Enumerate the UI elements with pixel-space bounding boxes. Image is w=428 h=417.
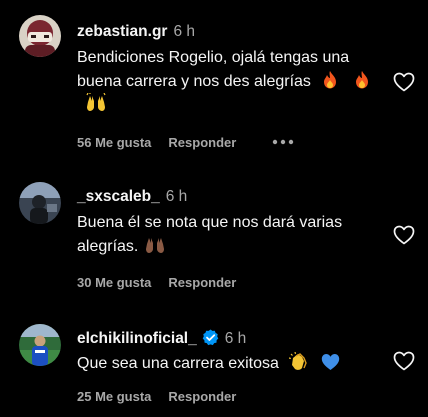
verified-badge-icon bbox=[202, 329, 219, 351]
username[interactable]: _sxscaleb_ bbox=[77, 188, 160, 205]
avatar[interactable] bbox=[19, 15, 61, 57]
fire-emoji bbox=[353, 70, 371, 89]
blue-heart-emoji bbox=[321, 353, 340, 371]
likes-count[interactable]: 25 Me gusta bbox=[77, 389, 151, 404]
more-options-icon[interactable] bbox=[272, 133, 294, 149]
avatar[interactable] bbox=[19, 182, 61, 224]
comment-actions: 25 Me gusta Responder bbox=[77, 389, 236, 405]
timestamp: 6 h bbox=[165, 188, 188, 205]
avatar[interactable] bbox=[19, 324, 61, 366]
likes-count[interactable]: 30 Me gusta bbox=[77, 275, 151, 290]
comment-text-block: Que sea una carrera exitosa bbox=[77, 352, 377, 376]
like-heart-icon[interactable] bbox=[393, 225, 415, 245]
reply-button[interactable]: Responder bbox=[168, 275, 236, 290]
comment-text: Buena él se nota que nos dará varias ale… bbox=[77, 214, 343, 255]
comment-text-block: Buena él se nota que nos dará varias ale… bbox=[77, 211, 357, 258]
raising-hands-emoji bbox=[145, 235, 165, 254]
timestamp: 6 h bbox=[173, 23, 196, 40]
comment-text-block: Bendiciones Rogelio, ojalá tengas una bu… bbox=[77, 46, 377, 117]
comment-text: Bendiciones Rogelio, ojalá tengas una bu… bbox=[77, 49, 350, 90]
timestamp: 6 h bbox=[224, 330, 247, 347]
comment-actions: 56 Me gusta Responder bbox=[77, 133, 294, 151]
clapping-hands-emoji bbox=[289, 352, 309, 371]
likes-count[interactable]: 56 Me gusta bbox=[77, 135, 151, 150]
username[interactable]: elchikilinoficial_ bbox=[77, 330, 197, 347]
avatar-image bbox=[19, 324, 61, 366]
comment-header: _sxscaleb_ 6 h bbox=[77, 188, 187, 206]
username[interactable]: zebastian.gr bbox=[77, 23, 167, 40]
reply-button[interactable]: Responder bbox=[168, 135, 236, 150]
comment-actions: 30 Me gusta Responder bbox=[77, 275, 236, 291]
comment-text: Que sea una carrera exitosa bbox=[77, 355, 279, 372]
raising-hands-emoji bbox=[86, 93, 106, 112]
comment-header: zebastian.gr 6 h bbox=[77, 23, 195, 41]
fire-emoji bbox=[321, 70, 339, 89]
avatar-image bbox=[19, 15, 61, 57]
avatar-image bbox=[19, 182, 61, 224]
like-heart-icon[interactable] bbox=[393, 351, 415, 371]
comment-header: elchikilinoficial_ 6 h bbox=[77, 329, 246, 351]
reply-button[interactable]: Responder bbox=[168, 389, 236, 404]
like-heart-icon[interactable] bbox=[393, 72, 415, 92]
